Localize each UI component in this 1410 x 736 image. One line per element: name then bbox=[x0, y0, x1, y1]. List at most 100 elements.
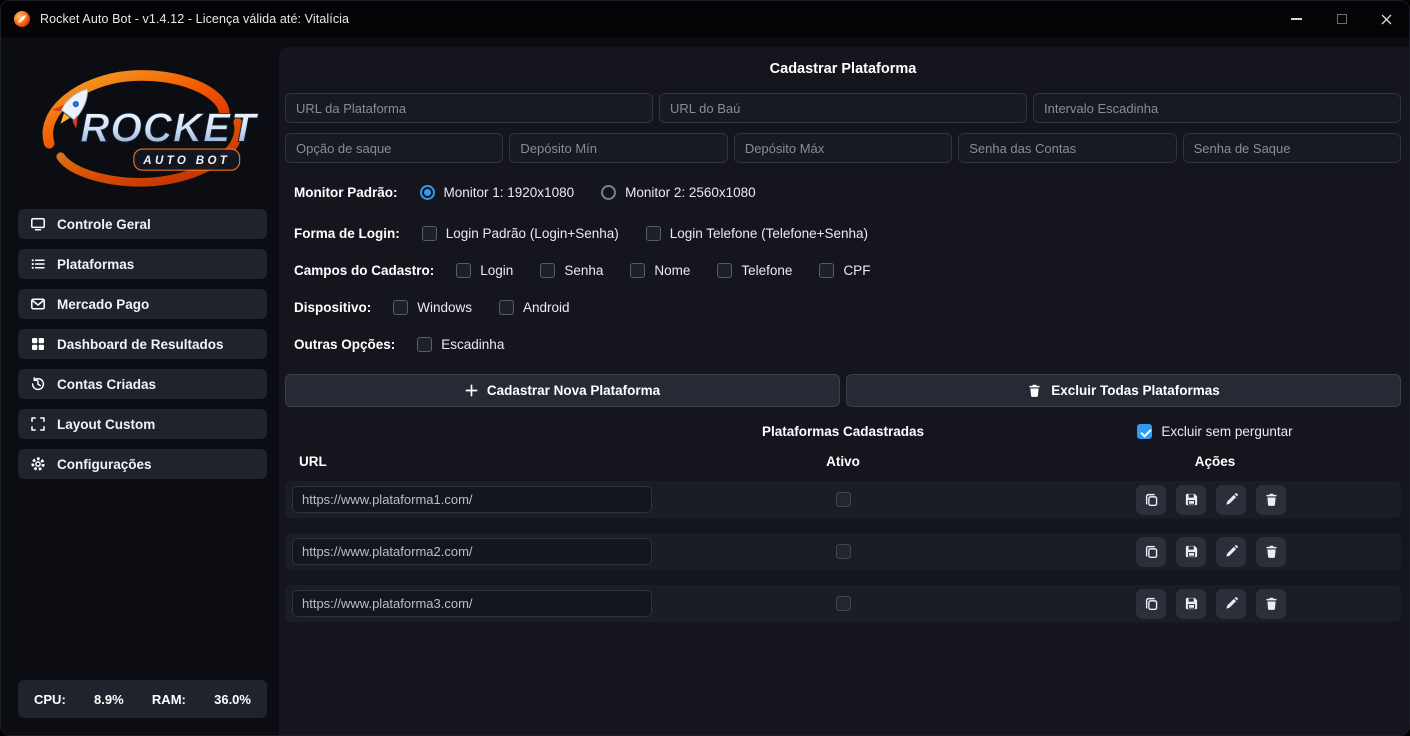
sidebar-item-contas-criadas[interactable]: Contas Criadas bbox=[18, 369, 267, 399]
other-options-label: Outras Opções: bbox=[294, 337, 395, 352]
device-row: Dispositivo: Windows Android bbox=[294, 300, 1401, 315]
list-icon bbox=[30, 256, 46, 272]
active-checkbox[interactable] bbox=[836, 544, 851, 559]
url-plataforma-input[interactable] bbox=[285, 93, 653, 123]
monitor-option-1[interactable]: Monitor 1: 1920x1080 bbox=[420, 185, 575, 200]
campo-nome-checkbox[interactable] bbox=[630, 263, 645, 278]
campo-senha-option[interactable]: Senha bbox=[540, 263, 603, 278]
sidebar-item-label: Mercado Pago bbox=[57, 297, 149, 312]
skip-confirm-checkbox[interactable] bbox=[1137, 424, 1152, 439]
intervalo-escadinha-input[interactable] bbox=[1033, 93, 1401, 123]
device-android-checkbox[interactable] bbox=[499, 300, 514, 315]
edit-button[interactable] bbox=[1216, 589, 1246, 619]
save-icon bbox=[1184, 544, 1199, 559]
active-checkbox[interactable] bbox=[836, 492, 851, 507]
table-header: URL Ativo Ações bbox=[285, 454, 1401, 469]
sidebar-item-label: Plataformas bbox=[57, 257, 134, 272]
add-platform-button[interactable]: Cadastrar Nova Plataforma bbox=[285, 374, 840, 407]
login-telefone-option[interactable]: Login Telefone (Telefone+Senha) bbox=[646, 226, 868, 241]
senha-contas-input[interactable] bbox=[958, 133, 1176, 163]
active-checkbox[interactable] bbox=[836, 596, 851, 611]
pencil-icon bbox=[1224, 596, 1239, 611]
sidebar-item-mercado-pago[interactable]: Mercado Pago bbox=[18, 289, 267, 319]
deposito-max-input[interactable] bbox=[734, 133, 952, 163]
titlebar: Rocket Auto Bot - v1.4.12 - Licença váli… bbox=[1, 1, 1409, 37]
checkbox-label: Senha bbox=[564, 263, 603, 278]
campo-cpf-checkbox[interactable] bbox=[819, 263, 834, 278]
opcao-saque-input[interactable] bbox=[285, 133, 503, 163]
campo-cpf-option[interactable]: CPF bbox=[819, 263, 870, 278]
delete-button[interactable] bbox=[1256, 485, 1286, 515]
campo-login-option[interactable]: Login bbox=[456, 263, 513, 278]
maximize-button[interactable] bbox=[1319, 1, 1364, 37]
delete-all-platforms-button[interactable]: Excluir Todas Plataformas bbox=[846, 374, 1401, 407]
radio-label: Monitor 1: 1920x1080 bbox=[444, 185, 575, 200]
login-padrao-option[interactable]: Login Padrão (Login+Senha) bbox=[422, 226, 619, 241]
column-header-acoes: Ações bbox=[1029, 454, 1401, 469]
senha-saque-input[interactable] bbox=[1183, 133, 1401, 163]
login-padrao-checkbox[interactable] bbox=[422, 226, 437, 241]
sidebar-item-configuracoes[interactable]: Configurações bbox=[18, 449, 267, 479]
close-button[interactable] bbox=[1364, 1, 1409, 37]
campo-telefone-checkbox[interactable] bbox=[717, 263, 732, 278]
copy-button[interactable] bbox=[1136, 589, 1166, 619]
campo-senha-checkbox[interactable] bbox=[540, 263, 555, 278]
campo-telefone-option[interactable]: Telefone bbox=[717, 263, 792, 278]
deposito-min-input[interactable] bbox=[509, 133, 727, 163]
login-telefone-checkbox[interactable] bbox=[646, 226, 661, 241]
platform-url-input[interactable] bbox=[292, 590, 652, 617]
edit-button[interactable] bbox=[1216, 537, 1246, 567]
platform-row bbox=[285, 481, 1401, 518]
copy-button[interactable] bbox=[1136, 537, 1166, 567]
copy-icon bbox=[1144, 596, 1159, 611]
window-title: Rocket Auto Bot - v1.4.12 - Licença váli… bbox=[40, 12, 349, 26]
sidebar-item-label: Controle Geral bbox=[57, 217, 151, 232]
campo-login-checkbox[interactable] bbox=[456, 263, 471, 278]
sidebar-item-dashboard[interactable]: Dashboard de Resultados bbox=[18, 329, 267, 359]
delete-button[interactable] bbox=[1256, 589, 1286, 619]
trash-icon bbox=[1264, 492, 1279, 507]
device-windows-checkbox[interactable] bbox=[393, 300, 408, 315]
app-logo: ROCKET AUTO BOT bbox=[18, 49, 267, 201]
platform-url-input[interactable] bbox=[292, 486, 652, 513]
action-buttons-row: Cadastrar Nova Plataforma Excluir Todas … bbox=[285, 374, 1401, 407]
ram-value: 36.0% bbox=[214, 692, 251, 707]
monitor-option-2[interactable]: Monitor 2: 2560x1080 bbox=[601, 185, 756, 200]
copy-button[interactable] bbox=[1136, 485, 1166, 515]
platform-url-input[interactable] bbox=[292, 538, 652, 565]
campo-nome-option[interactable]: Nome bbox=[630, 263, 690, 278]
checkbox-label: CPF bbox=[843, 263, 870, 278]
logo-text-sub: AUTO BOT bbox=[142, 155, 230, 167]
url-bau-input[interactable] bbox=[659, 93, 1027, 123]
escadinha-checkbox[interactable] bbox=[417, 337, 432, 352]
skip-confirm-label: Excluir sem perguntar bbox=[1161, 424, 1292, 439]
radio-monitor-1[interactable] bbox=[420, 185, 435, 200]
sidebar-item-label: Configurações bbox=[57, 457, 152, 472]
form-row-2 bbox=[285, 133, 1401, 163]
other-options-row: Outras Opções: Escadinha bbox=[294, 337, 1401, 352]
edit-button[interactable] bbox=[1216, 485, 1246, 515]
escadinha-option[interactable]: Escadinha bbox=[417, 337, 504, 352]
copy-icon bbox=[1144, 492, 1159, 507]
radio-monitor-2[interactable] bbox=[601, 185, 616, 200]
copy-icon bbox=[1144, 544, 1159, 559]
platform-row bbox=[285, 585, 1401, 622]
checkbox-label: Login Telefone (Telefone+Senha) bbox=[670, 226, 868, 241]
sidebar-item-plataformas[interactable]: Plataformas bbox=[18, 249, 267, 279]
save-button[interactable] bbox=[1176, 537, 1206, 567]
skip-confirm-option[interactable]: Excluir sem perguntar bbox=[1029, 424, 1401, 439]
sidebar-item-controle-geral[interactable]: Controle Geral bbox=[18, 209, 267, 239]
device-android-option[interactable]: Android bbox=[499, 300, 570, 315]
delete-button[interactable] bbox=[1256, 537, 1286, 567]
register-fields-label: Campos do Cadastro: bbox=[294, 263, 434, 278]
save-button[interactable] bbox=[1176, 485, 1206, 515]
minimize-button[interactable] bbox=[1274, 1, 1319, 37]
save-button[interactable] bbox=[1176, 589, 1206, 619]
trash-icon bbox=[1027, 383, 1042, 398]
checkbox-label: Telefone bbox=[741, 263, 792, 278]
logo-text-main: ROCKET bbox=[80, 104, 259, 150]
device-windows-option[interactable]: Windows bbox=[393, 300, 472, 315]
sidebar-item-layout-custom[interactable]: Layout Custom bbox=[18, 409, 267, 439]
checkbox-label: Windows bbox=[417, 300, 472, 315]
column-header-ativo: Ativo bbox=[657, 454, 1029, 469]
